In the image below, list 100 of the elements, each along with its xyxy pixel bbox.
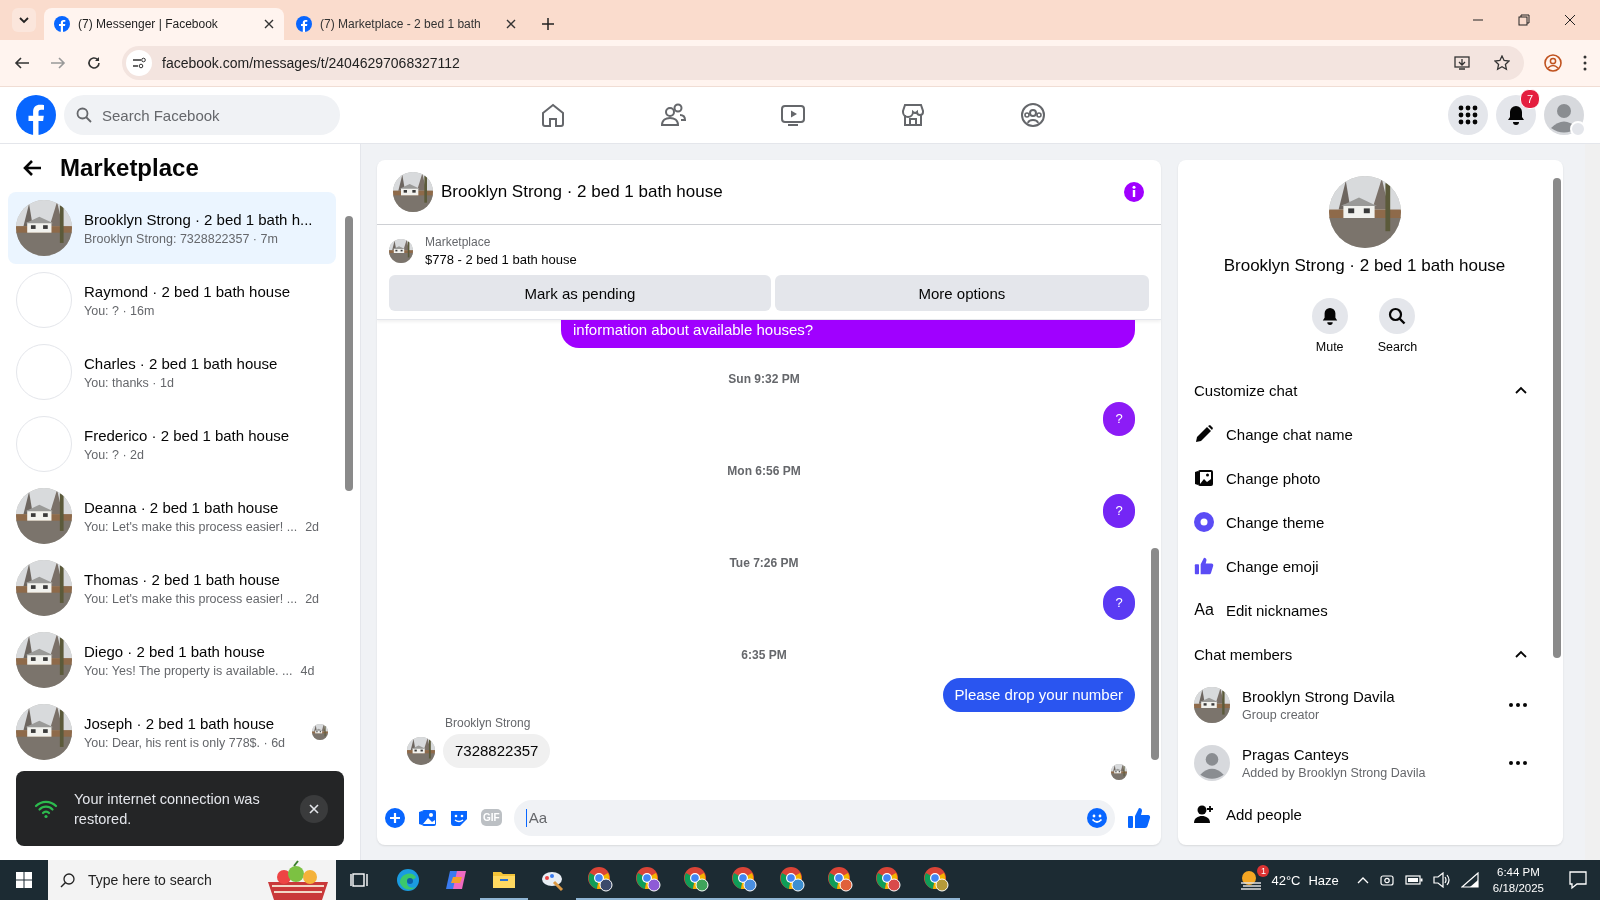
plus-icon[interactable] [385,807,405,828]
timestamp: Tue 7:26 PM [729,556,799,570]
message-preview: You: thanks · 1d [84,375,174,390]
sun-haze-icon [1239,869,1264,891]
close-icon[interactable] [1564,14,1576,26]
search-input[interactable]: Type here to search [86,871,250,889]
conversation-item[interactable]: Frederico · 2 bed 1 bath house You: ? · 2d [8,408,336,480]
menu-item[interactable]: Aa Edit nicknames [1194,588,1535,632]
image-icon[interactable] [417,807,437,828]
back-arrow-icon[interactable] [22,159,42,177]
notifications-icon[interactable] [1568,870,1588,890]
video-icon[interactable] [780,102,806,128]
chrome-icon[interactable] [587,866,613,892]
browser-tab[interactable]: (7) Messenger | Facebook [44,8,284,40]
star-icon[interactable] [1494,55,1510,71]
menu-item[interactable]: Add people [1194,792,1535,836]
conversation-name: Brooklyn Strong · 2 bed 1 bath h... [84,210,314,228]
close-icon[interactable] [506,19,516,29]
conversation-item[interactable]: Raymond · 2 bed 1 bath house You: ? · 16m [8,264,336,336]
member-role: Group creator [1242,708,1321,722]
conversation-item[interactable]: Diego · 2 bed 1 bath house You: Yes! The property is available. ... 4d [8,624,336,696]
thumbs-up-icon[interactable] [1127,805,1151,830]
new-tab-icon[interactable] [542,18,554,30]
chrome-icon[interactable] [875,866,901,892]
copilot-icon[interactable] [444,868,468,892]
windows-start-icon[interactable] [16,872,32,888]
friends-icon[interactable] [660,102,686,128]
info-icon[interactable] [1123,181,1145,203]
store-icon[interactable] [900,102,926,128]
conversation-item[interactable]: Charles · 2 bed 1 bath house You: thanks · 1d [8,336,336,408]
more-icon[interactable] [1582,55,1588,71]
close-icon[interactable] [264,19,274,29]
reload-icon[interactable] [86,55,102,71]
chat-title: Brooklyn Strong · 2 bed 1 bath house [441,182,724,202]
received-message: 7328822357 [443,734,551,768]
groups-icon[interactable] [1020,102,1046,128]
battery-icon[interactable] [1404,874,1423,886]
member-item[interactable]: Brooklyn Strong Davila Group creator [1194,676,1535,734]
menu-item[interactable]: Change photo [1194,456,1535,500]
page-scrollbar[interactable] [1585,144,1600,860]
sent-message: ? [1103,586,1135,620]
chrome-icon[interactable] [635,866,661,892]
conversation-name: Deanna · 2 bed 1 bath house [84,498,280,516]
message-preview: Brooklyn Strong: 7328822357 · 7m [84,231,278,246]
smiley-icon[interactable] [1087,807,1107,828]
install-app-icon[interactable] [1454,55,1470,71]
site-settings-icon[interactable] [126,50,152,76]
close-button[interactable] [300,794,328,823]
chevron-up-icon[interactable] [1356,876,1369,884]
message-preview: You: Let's make this process easier! ... [84,519,298,534]
search-button[interactable] [1379,298,1416,334]
weather-condition: Haze [1308,872,1339,888]
clock[interactable]: 6:44 PM 6/18/2025 [1492,864,1544,896]
menu-grid-icon [1458,105,1478,125]
home-icon[interactable] [540,102,566,128]
conversation-item[interactable]: Brooklyn Strong · 2 bed 1 bath h... Brooklyn Strong: 7328822357 · 7m [8,192,336,264]
tab-search-button[interactable] [12,8,36,32]
sent-message: Please drop your number [942,678,1135,712]
search-field[interactable]: Search Facebook [64,95,340,135]
mute-button[interactable] [1311,298,1348,334]
chrome-icon[interactable] [731,866,757,892]
conversation-item[interactable]: Deanna · 2 bed 1 bath house You: Let's make this process easier! ... 2d [8,480,336,552]
chrome-icon[interactable] [683,866,709,892]
chrome-icon[interactable] [923,866,949,892]
tab-title: (7) Messenger | Facebook [78,17,219,31]
speaker-icon[interactable] [1432,872,1451,888]
edge-icon[interactable] [396,868,420,892]
conversation-item[interactable]: Joseph · 2 bed 1 bath house You: Dear, his rent is only 778$. · 6d [8,696,336,768]
member-item[interactable]: Pragas Canteys Added by Brooklyn Strong Davila [1194,734,1535,792]
menu-item[interactable]: Change emoji [1194,544,1535,588]
account-button[interactable] [1544,95,1584,135]
taskbar-search-field[interactable]: Type here to search [48,860,336,900]
conversation-item[interactable]: Thomas · 2 bed 1 bath house You: Let's make this process easier! ... 2d [8,552,336,624]
search-input[interactable]: Search Facebook [100,105,328,125]
more-icon[interactable] [1509,761,1527,765]
facebook-logo-icon[interactable] [16,95,56,135]
message-field[interactable]: Aa [513,799,1115,836]
task-view-icon[interactable] [350,870,370,890]
profile-icon[interactable] [1544,54,1562,72]
restore-icon[interactable] [1518,14,1530,26]
conversation-name: Diego · 2 bed 1 bath house [84,642,266,660]
close-icon [309,803,319,814]
back-icon[interactable] [14,55,30,71]
address-field[interactable]: facebook.com/messages/t/24046297068327112 [122,46,1524,80]
message-input[interactable]: Aa [526,808,1087,827]
section-header[interactable]: Chat members [1194,632,1535,676]
menu-item[interactable]: Change theme [1194,500,1535,544]
chrome-icon[interactable] [779,866,805,892]
forward-icon[interactable] [50,55,66,71]
listing-action-button[interactable]: Mark as pending [389,275,771,311]
action-label: Mute [1315,340,1344,354]
menu-item[interactable]: Change chat name [1194,412,1535,456]
notifications-button[interactable] [1496,95,1536,135]
section-header[interactable]: Customize chat [1194,368,1535,412]
camera-icon[interactable] [1378,872,1395,888]
listing-action-button[interactable]: More options [774,275,1149,311]
menu-button[interactable] [1448,95,1488,135]
more-icon[interactable] [1509,703,1527,707]
browser-tab[interactable]: (7) Marketplace - 2 bed 1 bath [286,8,526,40]
chrome-icon[interactable] [827,866,853,892]
